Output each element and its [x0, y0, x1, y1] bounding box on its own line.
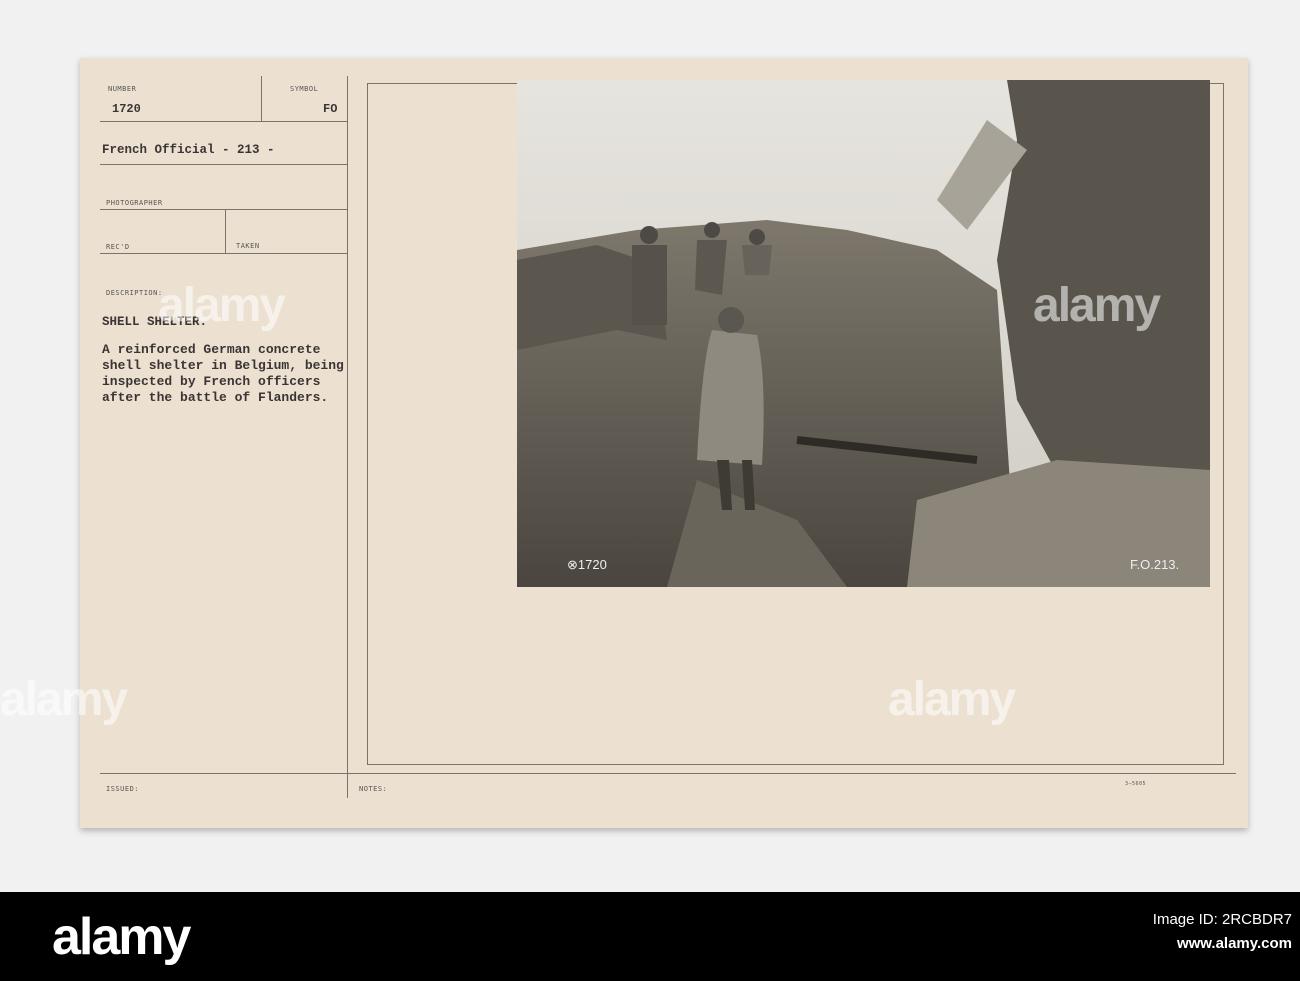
description-line: after the battle of Flanders.: [102, 390, 329, 405]
number-label: NUMBER: [108, 85, 137, 93]
photo-scene: [517, 80, 1210, 587]
site-url: www.alamy.com: [1176, 935, 1292, 952]
description-text: A reinforced German concrete shell shelt…: [102, 342, 344, 406]
series-text: French Official - 213 -: [102, 143, 275, 157]
description-label: DESCRIPTION:: [106, 289, 163, 297]
symbol-value: FO: [323, 102, 338, 116]
description-line: A reinforced German concrete: [102, 342, 321, 357]
image-info: Image ID: 2RCBDR7 www.alamy.com: [1153, 908, 1292, 956]
photo-negative-number: ⊗1720: [567, 557, 607, 572]
form-number: 3—5605: [1125, 781, 1147, 787]
watermark-banner: [0, 892, 1300, 981]
taken-label: TAKEN: [236, 242, 260, 250]
watermark: alamy: [158, 279, 286, 332]
column-divider: [347, 76, 348, 798]
notes-label: NOTES:: [359, 785, 388, 793]
photograph: ⊗1720 F.O.213.: [517, 80, 1210, 587]
alamy-logo: alamy: [52, 908, 191, 966]
divider: [261, 76, 262, 121]
photo-reference: F.O.213.: [1130, 557, 1180, 572]
description-line: inspected by French officers: [102, 374, 321, 389]
divider: [225, 209, 226, 253]
divider: [100, 253, 348, 254]
archival-record-card: NUMBER 1720 SYMBOL FO French Official - …: [80, 58, 1248, 828]
description-line: shell shelter in Belgium, being: [102, 358, 344, 373]
divider: [100, 773, 1236, 774]
watermark: alamy: [888, 673, 1016, 726]
watermark: alamy: [0, 673, 128, 726]
recd-label: REC'D: [106, 243, 130, 251]
photographer-label: PHOTOGRAPHER: [106, 199, 163, 207]
watermark: alamy: [1033, 279, 1161, 332]
divider: [100, 121, 348, 122]
number-value: 1720: [112, 102, 141, 116]
symbol-label: SYMBOL: [290, 85, 319, 93]
divider: [100, 164, 348, 165]
divider: [100, 209, 348, 210]
image-id: Image ID: 2RCBDR7: [1152, 911, 1292, 928]
issued-label: ISSUED:: [106, 785, 140, 793]
